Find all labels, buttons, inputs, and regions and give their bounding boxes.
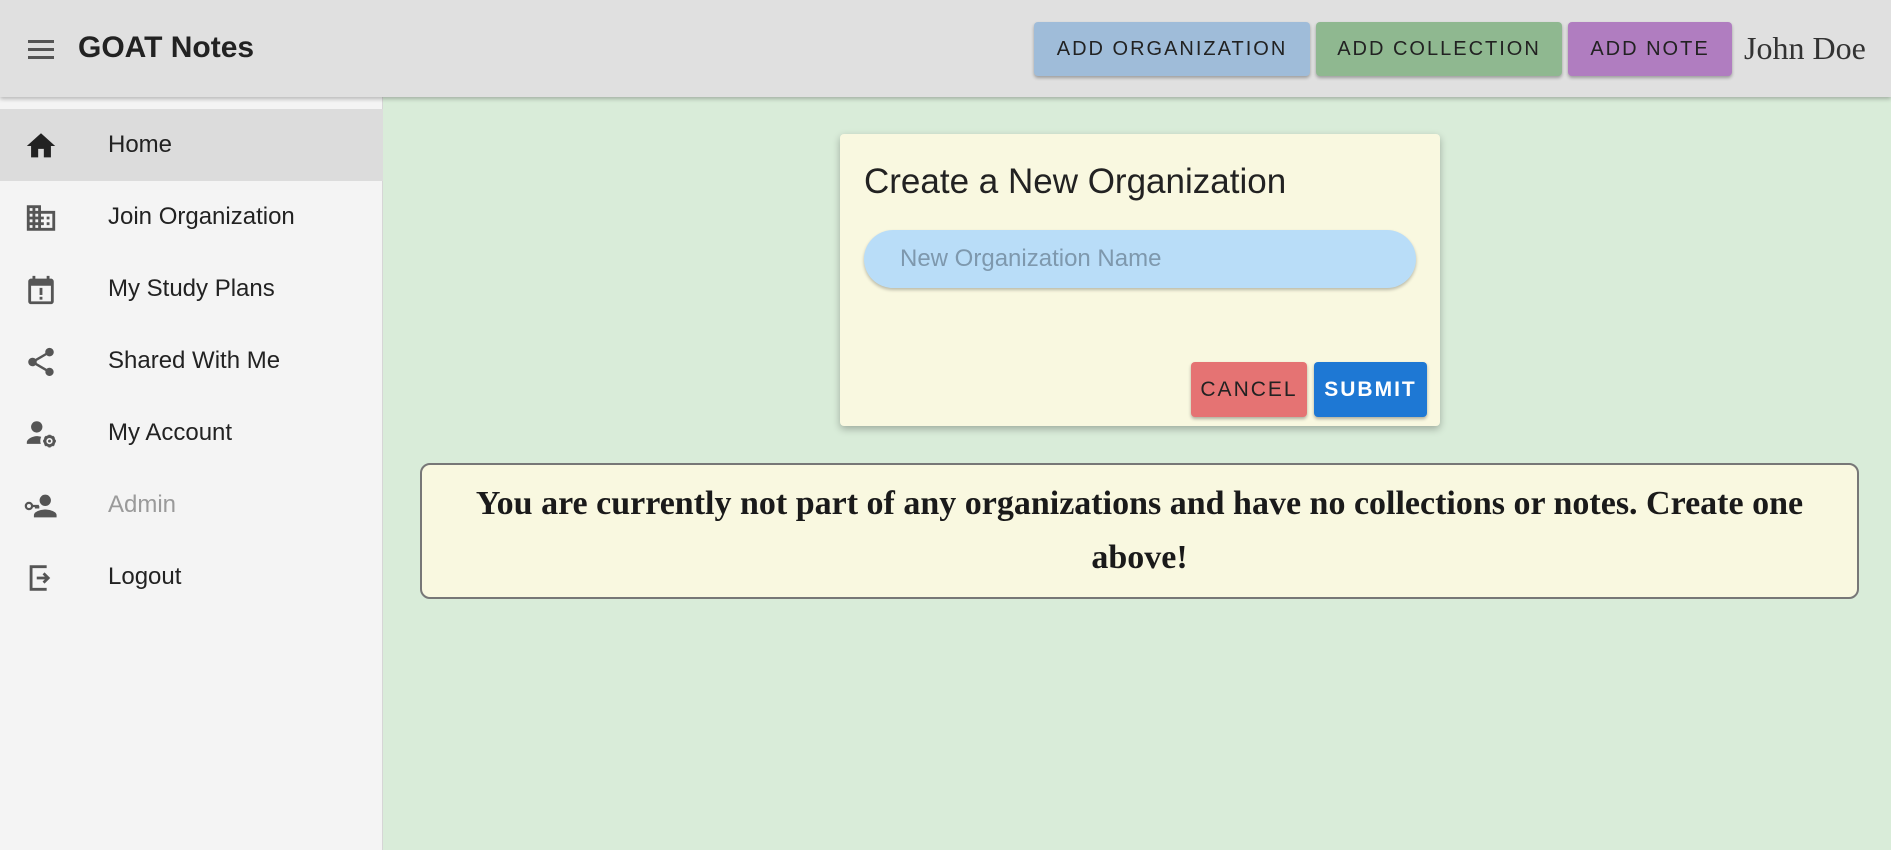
create-organization-card: Create a New Organization CANCEL SUBMIT (840, 134, 1440, 426)
app-bar: GOAT Notes ADD ORGANIZATION ADD COLLECTI… (0, 0, 1891, 97)
sidebar-item-label: Join Organization (108, 203, 295, 230)
hamburger-menu-icon[interactable] (24, 33, 60, 65)
sidebar-item-my-account[interactable]: My Account (0, 397, 383, 469)
organization-name-input[interactable] (864, 230, 1416, 288)
cancel-button[interactable]: CANCEL (1191, 362, 1307, 417)
add-organization-button[interactable]: ADD ORGANIZATION (1034, 22, 1310, 76)
sidebar-item-shared-with-me[interactable]: Shared With Me (0, 325, 383, 397)
sidebar-item-logout[interactable]: Logout (0, 541, 383, 613)
logout-icon (29, 565, 51, 591)
building-icon (26, 205, 56, 231)
app-title: GOAT Notes (78, 31, 255, 64)
sidebar-item-admin[interactable]: Admin (0, 469, 383, 541)
sidebar-item-label: My Account (108, 419, 233, 446)
sidebar-item-label: Home (108, 131, 173, 158)
sidebar: Home Join Organization My Study Plans Sh… (0, 97, 383, 850)
share-icon (28, 347, 54, 377)
submit-button[interactable]: SUBMIT (1314, 362, 1427, 417)
user-name[interactable]: John Doe (1744, 30, 1866, 67)
sidebar-item-label: Shared With Me (108, 347, 281, 374)
sidebar-item-my-study-plans[interactable]: My Study Plans (0, 253, 383, 325)
sidebar-item-label: Admin (108, 491, 177, 518)
user-key-icon (24, 494, 57, 518)
calendar-alert-icon (28, 275, 54, 305)
user-settings-icon (26, 421, 56, 448)
add-note-button[interactable]: ADD NOTE (1568, 22, 1732, 76)
card-title: Create a New Organization (864, 162, 1287, 201)
sidebar-item-join-organization[interactable]: Join Organization (0, 181, 383, 253)
sidebar-item-home[interactable]: Home (0, 109, 383, 181)
sidebar-item-label: Logout (108, 563, 182, 590)
home-icon (26, 133, 56, 158)
add-collection-button[interactable]: ADD COLLECTION (1316, 22, 1562, 76)
empty-state-message: You are currently not part of any organi… (475, 485, 1804, 576)
sidebar-item-label: My Study Plans (108, 275, 275, 302)
empty-state-box: You are currently not part of any organi… (420, 463, 1859, 599)
